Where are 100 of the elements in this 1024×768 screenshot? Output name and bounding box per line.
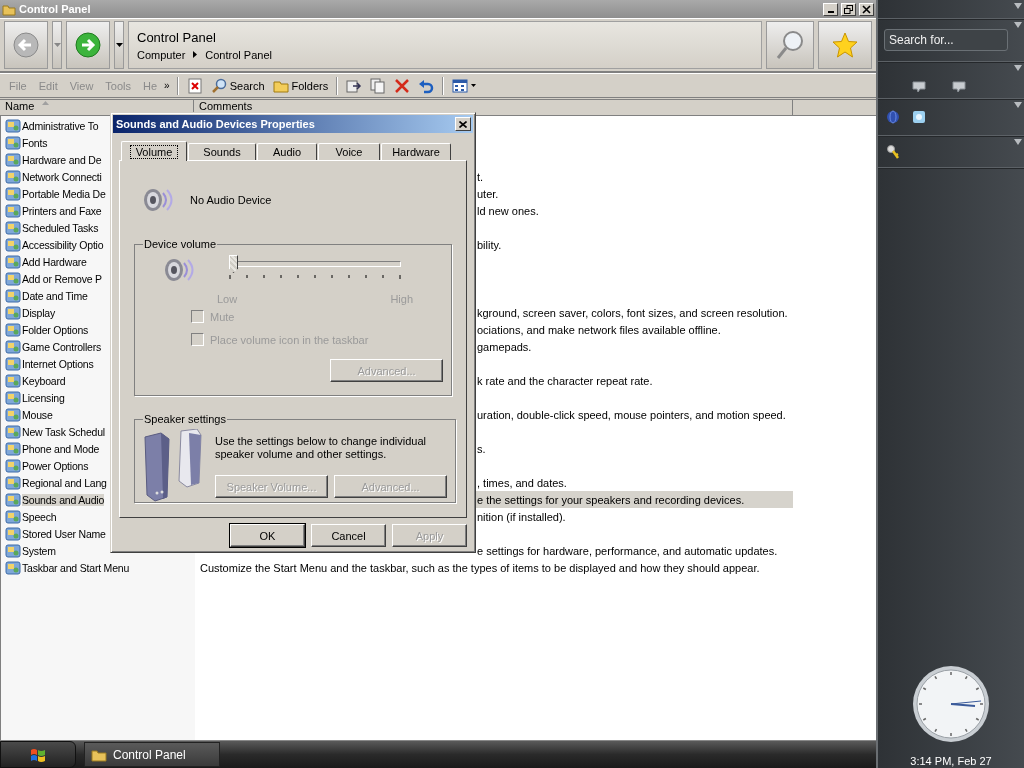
folders-button[interactable]: Folders — [269, 75, 332, 96]
section-menu-icon — [1014, 139, 1022, 145]
item-name[interactable]: Game Controllers — [22, 340, 102, 353]
tab[interactable]: Volume — [121, 141, 187, 161]
applet-icon — [5, 219, 21, 236]
clock-text: 3:14 PM, Feb 27 — [910, 755, 992, 767]
keys-icon — [886, 143, 900, 160]
back-button[interactable] — [4, 21, 48, 69]
item-comment: ociations, and make network files available offline. — [476, 323, 721, 336]
caret-icon — [53, 43, 61, 47]
item-name[interactable]: Taskbar and Start Menu — [22, 561, 130, 574]
search-button[interactable] — [766, 21, 814, 69]
star-icon — [832, 32, 858, 58]
item-comment: ld new ones. — [476, 204, 539, 217]
tab[interactable]: Hardware — [381, 143, 451, 160]
item-name[interactable]: Regional and Lang — [22, 476, 107, 489]
item-name[interactable]: Fonts — [22, 136, 48, 149]
applet-icon — [5, 253, 21, 270]
item-name[interactable]: Network Connecti — [22, 170, 102, 183]
item-name[interactable]: Internet Options — [22, 357, 94, 370]
tab[interactable]: Sounds — [188, 143, 256, 160]
applet-icon — [5, 151, 21, 168]
chat-bubble-icon — [952, 81, 966, 93]
slider-label: High — [390, 293, 413, 305]
section-menu-icon — [1014, 65, 1022, 71]
move-to-icon — [346, 77, 363, 94]
taskbar-button[interactable]: Control Panel — [84, 742, 220, 767]
views-icon — [452, 77, 469, 94]
more-menu-chevron[interactable]: » — [164, 80, 170, 91]
speaker-settings-text: Use the settings below to change individual speaker volume and other settings. — [215, 435, 427, 461]
applet-icon — [5, 457, 21, 474]
applet-icon — [5, 338, 21, 355]
group-label: Speaker settings — [143, 413, 227, 425]
breadcrumb-link[interactable]: Computer — [137, 48, 186, 61]
item-name[interactable]: Scheduled Tasks — [22, 221, 99, 234]
item-name[interactable]: Keyboard — [22, 374, 66, 387]
item-name[interactable]: Add or Remove P — [22, 272, 102, 285]
applet-icon — [5, 440, 21, 457]
item-name[interactable]: New Task Schedul — [22, 425, 105, 438]
item-name[interactable]: Printers and Faxe — [22, 204, 102, 217]
item-comment: bility. — [476, 238, 502, 251]
item-name[interactable]: Accessibility Optio — [22, 238, 104, 251]
item-name[interactable]: Administrative To — [22, 119, 99, 132]
item-comment: kground, screen saver, colors, font sizes, and screen resolution. — [476, 306, 788, 319]
favorites-button[interactable] — [818, 21, 872, 69]
applet-icon — [5, 559, 21, 576]
folder-icon — [2, 2, 16, 16]
search-icon — [775, 29, 805, 61]
breadcrumb-separator-icon — [193, 51, 198, 58]
item-name[interactable]: Mouse — [22, 408, 53, 421]
applet-icon — [5, 355, 21, 372]
item-name[interactable]: System — [22, 544, 56, 557]
checkbox-label: Place volume icon in the taskbar — [210, 333, 369, 346]
applet-icon — [5, 508, 21, 525]
section-menu-icon — [1014, 3, 1022, 9]
item-name[interactable]: Sounds and Audio — [22, 493, 105, 506]
item-name[interactable]: Stored User Name — [22, 527, 106, 540]
item-name[interactable]: Display — [22, 306, 56, 319]
minimize-button[interactable] — [823, 2, 838, 16]
slider-thumb[interactable] — [229, 255, 238, 273]
applet-icon — [5, 542, 21, 559]
restore-button[interactable] — [841, 2, 856, 16]
speakers-icon — [143, 429, 205, 505]
close-button[interactable] — [455, 117, 471, 131]
item-name[interactable]: Power Options — [22, 459, 89, 472]
item-name[interactable]: Speech — [22, 510, 57, 523]
start-button[interactable] — [0, 741, 76, 768]
close-icon — [459, 120, 467, 128]
tab[interactable]: Audio — [257, 143, 317, 160]
group-label: Device volume — [143, 238, 218, 250]
dialog-button[interactable]: Cancel — [311, 524, 386, 547]
item-name[interactable]: Folder Options — [22, 323, 89, 336]
restore-icon — [844, 4, 853, 14]
item-name[interactable]: Phone and Mode — [22, 442, 100, 455]
item-name[interactable]: Hardware and De — [22, 153, 102, 166]
item-name[interactable]: Add Hardware — [22, 255, 87, 268]
history-dropdown[interactable] — [114, 21, 124, 69]
item-name[interactable]: Portable Media De — [22, 187, 106, 200]
applet-icon — [5, 287, 21, 304]
applet-icon — [5, 474, 21, 491]
app-icon — [912, 110, 926, 124]
checkbox-label: Mute — [210, 310, 235, 323]
applet-icon — [5, 168, 21, 185]
breadcrumb-link[interactable]: Control Panel — [205, 48, 272, 61]
forward-button[interactable] — [66, 21, 110, 69]
applet-icon — [5, 270, 21, 287]
clock-icon — [912, 665, 990, 743]
close-button[interactable] — [859, 2, 874, 16]
dialog-button[interactable]: OK — [230, 524, 305, 547]
applet-icon — [5, 321, 21, 338]
folder-icon — [91, 747, 107, 762]
undo-icon — [418, 77, 435, 94]
search-button[interactable]: Search — [207, 75, 268, 96]
search-field[interactable]: Search for... — [884, 29, 1008, 51]
item-name[interactable]: Date and Time — [22, 289, 88, 302]
search-icon — [210, 77, 227, 94]
tab[interactable]: Voice — [318, 143, 380, 160]
item-comment: k rate and the character repeat rate. — [476, 374, 653, 387]
item-name[interactable]: Licensing — [22, 391, 65, 404]
dialog-title: Sounds and Audio Devices Properties — [116, 118, 316, 130]
